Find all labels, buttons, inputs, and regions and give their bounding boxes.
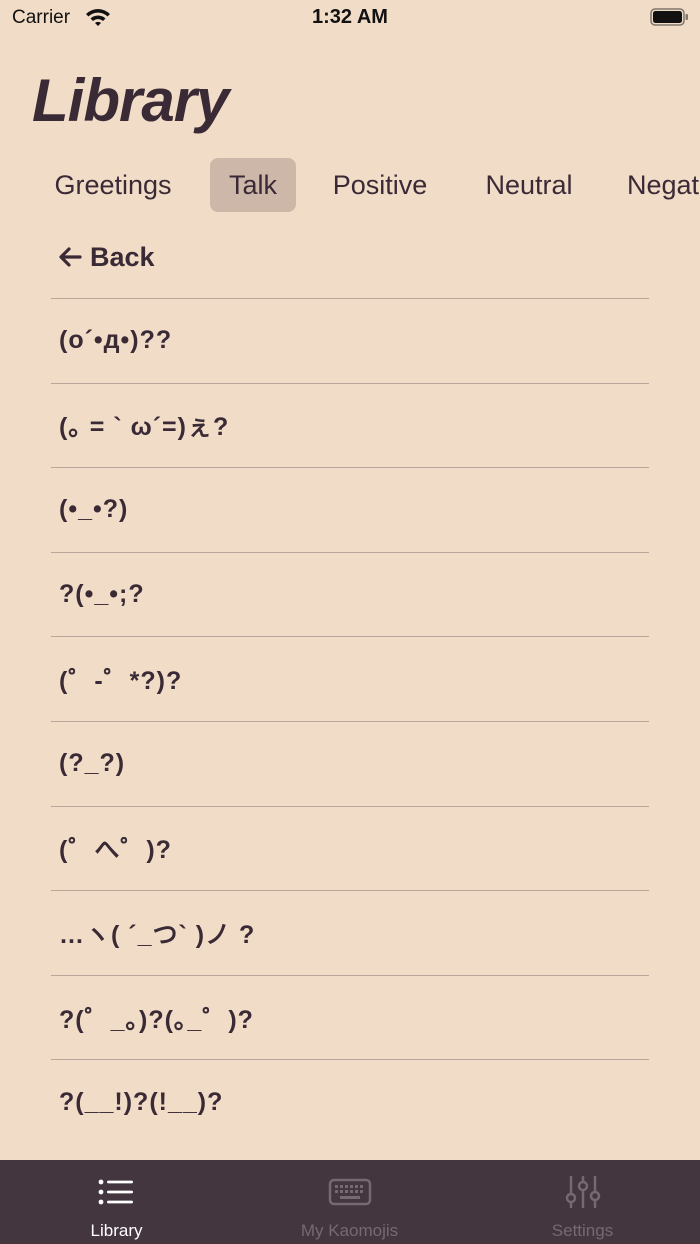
tab-bar-library[interactable]: Library	[0, 1160, 233, 1244]
back-button[interactable]: Back	[58, 236, 155, 278]
kaomoji-text: (゜へ゜)?	[59, 836, 172, 865]
tab-bar: Library My Kaomojis Settings	[0, 1160, 700, 1244]
kaomoji-row[interactable]: ?(•_•;?	[51, 551, 649, 637]
sliders-icon	[565, 1175, 600, 1209]
kaomoji-text: ?(__!)?(!__)?	[59, 1087, 224, 1116]
category-tabs: Greetings Talk Positive Neutral Negat	[0, 158, 700, 214]
kaomoji-text: (｡ = ` ω´=)ぇ?	[59, 413, 230, 442]
kaomoji-row[interactable]: …ヽ( ´_つ` )ノ ?	[51, 890, 649, 975]
kaomoji-row[interactable]: (｡ = ` ω´=)ぇ?	[51, 382, 649, 468]
back-label: Back	[90, 241, 155, 272]
kaomoji-text: (?_?)	[59, 749, 126, 778]
arrow-left-icon	[59, 247, 82, 267]
kaomoji-row[interactable]: (゜-゜*?)?	[51, 636, 649, 721]
clock: 1:32 AM	[312, 6, 388, 28]
tab-bar-settings[interactable]: Settings	[466, 1160, 699, 1244]
tab-bar-settings-label: Settings	[551, 1221, 614, 1240]
list-icon	[98, 1179, 133, 1205]
page-title: Library	[32, 67, 229, 134]
status-bar: Carrier 1:32 AM	[0, 0, 700, 36]
kaomoji-text: …ヽ( ´_つ` )ノ ?	[59, 920, 256, 949]
tab-talk[interactable]: Talk	[210, 158, 296, 212]
kaomoji-row[interactable]: (•_•?)	[51, 467, 649, 552]
tab-neutral[interactable]: Neutral	[470, 158, 588, 212]
kaomoji-text: (o´•д•)??	[59, 326, 173, 355]
kaomoji-text: ?(•_•;?	[59, 580, 145, 609]
keyboard-icon	[328, 1178, 371, 1206]
tab-bar-library-label: Library	[90, 1221, 143, 1240]
screen: Carrier 1:32 AM Library Greetings Talk P…	[0, 0, 700, 1244]
tab-negative[interactable]: Negat	[616, 158, 700, 212]
kaomoji-list: (o´•д•)?? (｡ = ` ω´=)ぇ? (•_•?) ?(•_•;? (…	[51, 298, 649, 1144]
kaomoji-text: ?(゜_｡)?(｡_゜)?	[59, 1005, 254, 1034]
kaomoji-text: (•_•?)	[59, 495, 129, 524]
tab-bar-my-kaomojis[interactable]: My Kaomojis	[233, 1160, 466, 1244]
kaomoji-text: (゜-゜*?)?	[59, 667, 183, 696]
tab-bar-my-kaomojis-label: My Kaomojis	[300, 1221, 399, 1240]
battery-icon	[650, 8, 688, 26]
kaomoji-row[interactable]: ?(゜_｡)?(｡_゜)?	[51, 974, 649, 1060]
tab-greetings[interactable]: Greetings	[40, 158, 186, 212]
kaomoji-row[interactable]: (o´•д•)??	[51, 298, 649, 383]
kaomoji-row[interactable]: ?(__!)?(!__)?	[51, 1059, 649, 1144]
kaomoji-row[interactable]: (?_?)	[51, 720, 649, 806]
kaomoji-row[interactable]: (゜へ゜)?	[51, 805, 649, 891]
tab-positive[interactable]: Positive	[318, 158, 442, 212]
